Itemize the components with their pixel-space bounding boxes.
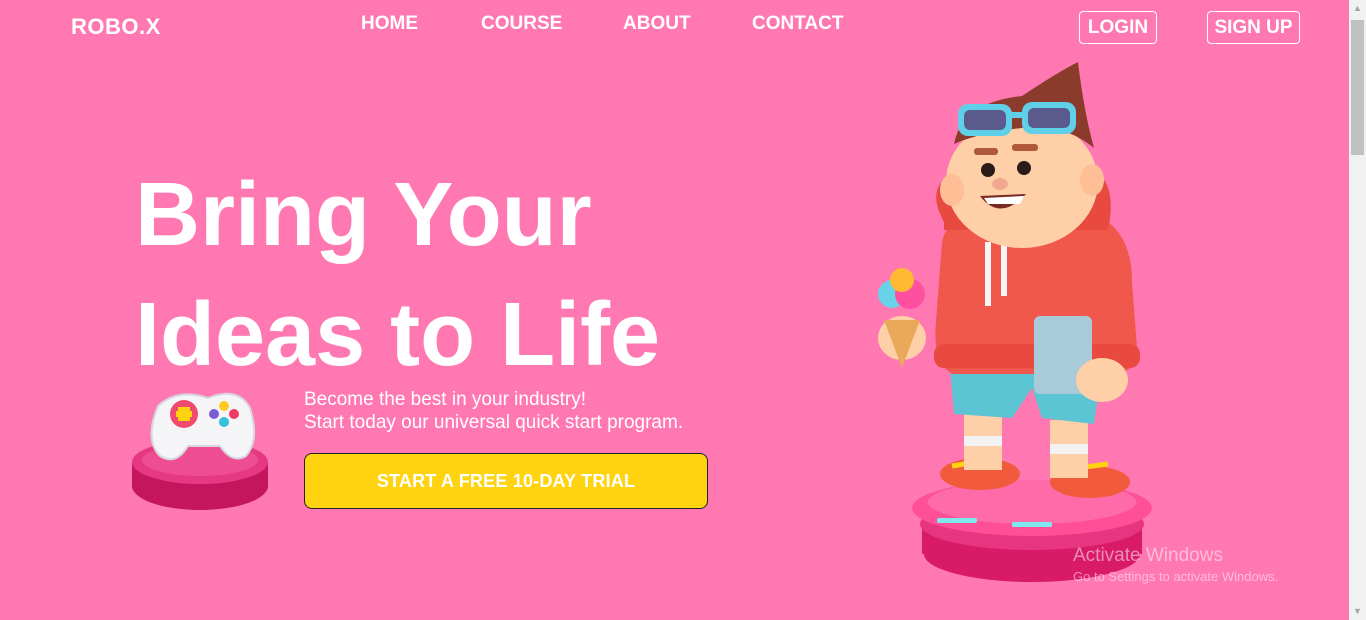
hero-subtitle-line2: Start today our universal quick start pr… <box>304 412 684 433</box>
hero-title-line1: Bring Your <box>135 165 592 265</box>
game-controller-icon <box>132 392 268 510</box>
brand-logo[interactable]: ROBO.X <box>71 14 161 40</box>
scrollbar-thumb[interactable] <box>1351 20 1364 155</box>
watermark-line1: Activate Windows <box>1073 545 1223 566</box>
page-scrollbar[interactable]: ▲ ▼ <box>1349 0 1366 620</box>
nav-home[interactable]: HOME <box>361 13 418 35</box>
scroll-up-icon[interactable]: ▲ <box>1349 0 1366 17</box>
scroll-down-icon[interactable]: ▼ <box>1349 603 1366 620</box>
nav-contact[interactable]: CONTACT <box>752 13 843 35</box>
nav-about[interactable]: ABOUT <box>623 13 691 35</box>
signup-button[interactable]: SIGN UP <box>1207 11 1300 44</box>
hero-subtitle-line1: Become the best in your industry! <box>304 389 586 410</box>
watermark-line2: Go to Settings to activate Windows. <box>1073 569 1279 584</box>
login-button[interactable]: LOGIN <box>1079 11 1157 44</box>
character-illustration <box>878 62 1152 582</box>
start-trial-button[interactable]: START A FREE 10-DAY TRIAL <box>304 453 708 509</box>
hero-title: Bring Your Ideas to Life <box>135 155 660 395</box>
windows-activation-watermark: Activate Windows Go to Settings to activ… <box>1073 545 1278 584</box>
hero-title-line2: Ideas to Life <box>135 285 661 385</box>
nav-course[interactable]: COURSE <box>481 13 562 35</box>
hero-subtitle: Become the best in your industry! Start … <box>304 388 683 434</box>
